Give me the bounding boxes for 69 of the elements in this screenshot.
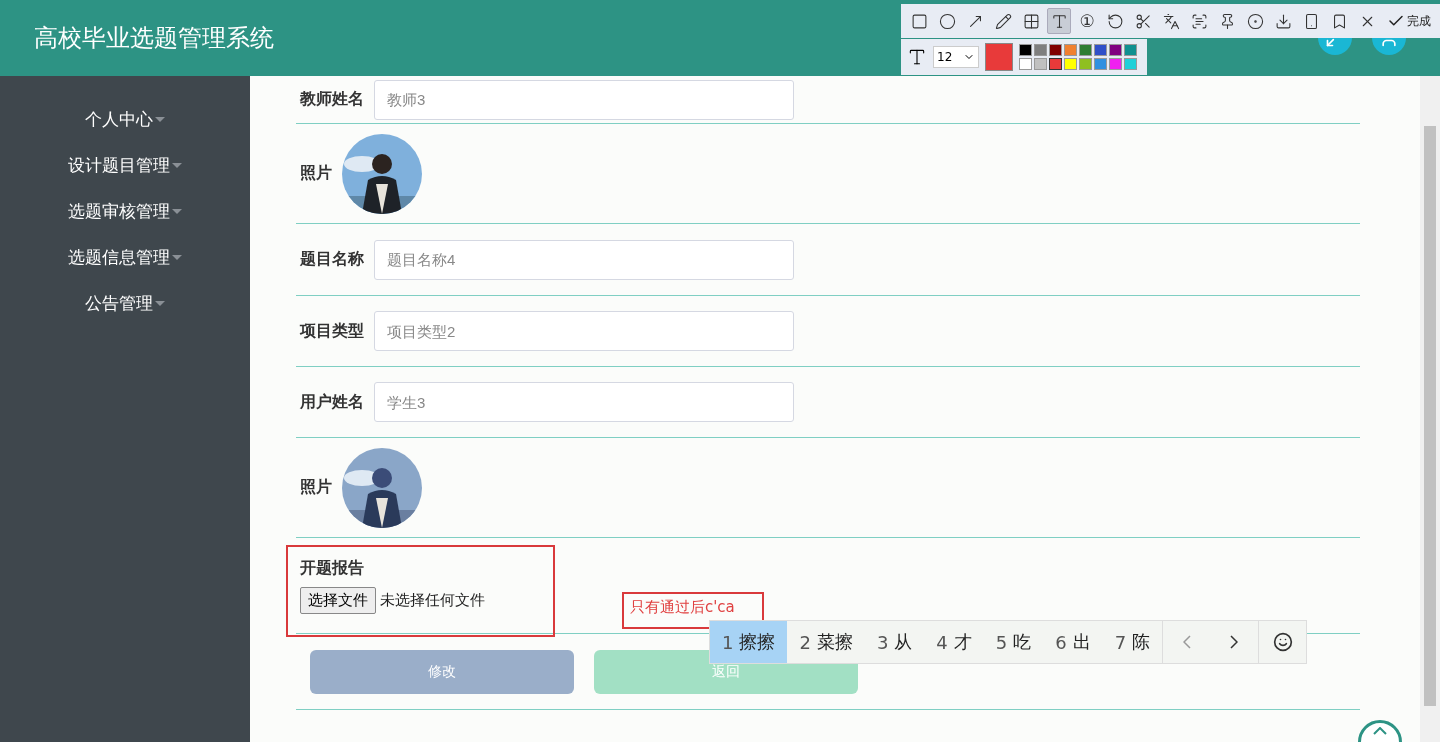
color-swatch[interactable] bbox=[1079, 44, 1092, 56]
color-swatch[interactable] bbox=[1064, 44, 1077, 56]
chevron-right-icon bbox=[1230, 635, 1239, 649]
field-label: 题目名称 bbox=[300, 249, 364, 270]
color-swatch[interactable] bbox=[1094, 44, 1107, 56]
circle-icon bbox=[938, 12, 956, 30]
sidebar-item[interactable]: 设计题目管理 bbox=[68, 152, 182, 178]
candidate-item[interactable]: 1 擦擦 bbox=[710, 621, 788, 663]
color-swatch[interactable] bbox=[1109, 44, 1122, 56]
scan-icon bbox=[1190, 12, 1208, 30]
candidate-item[interactable]: 5 吃 bbox=[983, 621, 1044, 663]
color-swatch[interactable] bbox=[1064, 58, 1077, 70]
smile-icon bbox=[1272, 632, 1293, 652]
color-swatch[interactable] bbox=[1124, 58, 1137, 70]
text-icon bbox=[1050, 12, 1068, 30]
candidate-item[interactable]: 3 从 bbox=[864, 621, 925, 663]
number-tool[interactable]: ① bbox=[1075, 8, 1099, 34]
download-icon bbox=[1274, 12, 1292, 30]
candidate-item[interactable]: 7 陈 bbox=[1102, 621, 1163, 663]
caret-icon bbox=[172, 162, 182, 168]
input-field[interactable]: 题目名称4 bbox=[374, 239, 794, 280]
color-swatch[interactable] bbox=[1034, 44, 1047, 56]
color-swatch[interactable] bbox=[1034, 58, 1047, 70]
pencil-icon bbox=[994, 12, 1012, 30]
color-swatch[interactable] bbox=[1124, 44, 1137, 56]
scissors-icon bbox=[1134, 12, 1152, 30]
color-swatch[interactable] bbox=[1109, 58, 1122, 70]
field-label: 项目类型 bbox=[300, 320, 364, 342]
annotation-text: 只有通过后c'ca bbox=[622, 592, 764, 629]
scrollbar[interactable] bbox=[1420, 76, 1440, 742]
app-title: 高校毕业选题管理系统 bbox=[34, 23, 274, 54]
font-size-select[interactable]: 12 bbox=[933, 46, 979, 68]
square-icon bbox=[910, 12, 928, 30]
input-field[interactable]: 教师3 bbox=[374, 79, 794, 120]
input-field[interactable]: 学生3 bbox=[374, 382, 794, 422]
file-status: 未选择任何文件 bbox=[380, 590, 485, 610]
text-icon bbox=[907, 47, 927, 67]
chevron-left-icon bbox=[1182, 635, 1191, 649]
sidebar-item[interactable]: 个人中心 bbox=[85, 106, 165, 132]
chevron-up-icon bbox=[1373, 727, 1387, 735]
current-color-swatch[interactable] bbox=[985, 43, 1013, 71]
color-swatch[interactable] bbox=[1094, 58, 1107, 70]
field-label: 教师姓名 bbox=[300, 89, 364, 110]
color-swatch[interactable] bbox=[1079, 58, 1092, 70]
caret-icon bbox=[155, 116, 165, 122]
color-swatch[interactable] bbox=[1049, 58, 1062, 70]
field-label: 开题报告 bbox=[300, 557, 364, 579]
sidebar-item[interactable]: 选题信息管理 bbox=[68, 244, 182, 270]
field-label: 照片 bbox=[300, 163, 332, 184]
translate-icon bbox=[1162, 12, 1180, 30]
grid-icon bbox=[1022, 12, 1040, 30]
caret-icon bbox=[155, 300, 165, 306]
color-swatch[interactable] bbox=[1019, 58, 1032, 70]
record-icon bbox=[1246, 12, 1264, 30]
field-label: 照片 bbox=[300, 477, 332, 498]
sidebar-item[interactable]: 公告管理 bbox=[85, 290, 165, 316]
text-tool[interactable] bbox=[1047, 8, 1071, 34]
candidate-item[interactable]: 6 出 bbox=[1043, 621, 1103, 663]
choose-file-button[interactable]: 选择文件 bbox=[300, 586, 376, 614]
color-swatch[interactable] bbox=[1019, 44, 1032, 56]
caret-icon bbox=[172, 254, 182, 260]
candidate-item[interactable]: 4 才 bbox=[924, 621, 984, 663]
undo-icon bbox=[1106, 12, 1124, 30]
field-label: 用户姓名 bbox=[300, 391, 364, 413]
caret-icon bbox=[172, 208, 182, 214]
sidebar-item[interactable]: 选题审核管理 bbox=[68, 198, 182, 224]
done-button[interactable]: 完成 bbox=[1387, 12, 1431, 30]
input-field[interactable]: 项目类型2 bbox=[374, 311, 794, 351]
color-swatch[interactable] bbox=[1049, 44, 1062, 56]
